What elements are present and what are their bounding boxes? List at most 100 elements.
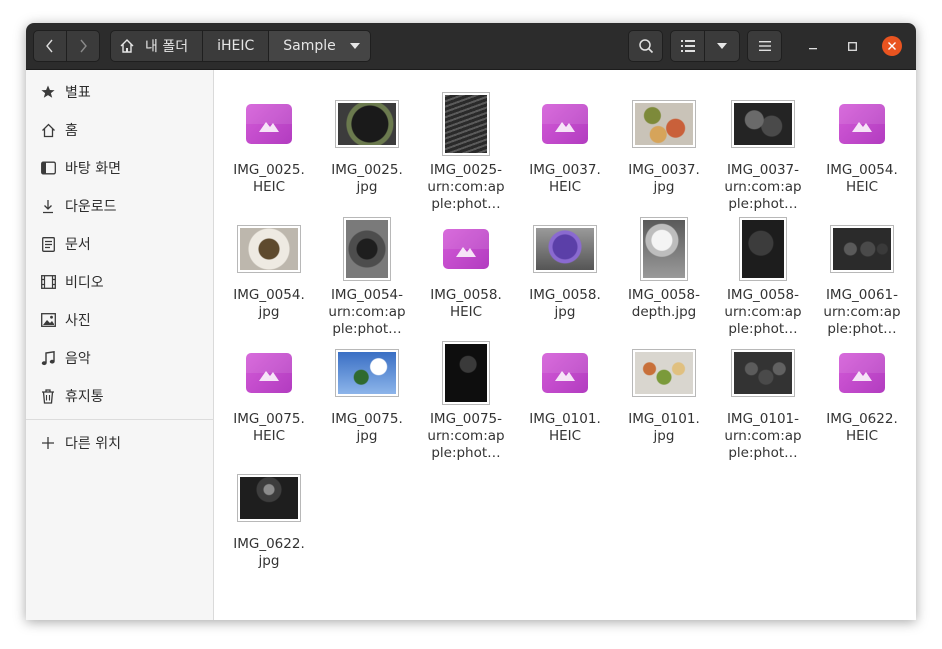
search-icon	[638, 39, 653, 54]
image-file-icon	[839, 353, 885, 393]
home-icon	[40, 122, 56, 138]
hamburger-icon	[758, 41, 771, 51]
sidebar-item-label: 음악	[65, 351, 91, 367]
breadcrumb-sample[interactable]: Sample	[268, 30, 371, 62]
image-thumbnail	[534, 226, 596, 272]
download-icon	[40, 198, 56, 214]
file-name: IMG_0054. jpg	[233, 287, 305, 320]
sidebar-item-other-locations[interactable]: 다른 위치	[26, 424, 214, 462]
video-icon	[40, 274, 56, 290]
file-item[interactable]: IMG_0622. HEIC	[814, 339, 910, 445]
sidebar-item-documents[interactable]: 문서	[26, 225, 214, 263]
maximize-icon	[847, 41, 857, 51]
list-view-icon	[680, 40, 695, 52]
image-thumbnail	[238, 226, 300, 272]
image-thumbnail	[732, 101, 794, 147]
file-item[interactable]: IMG_0054- urn:com:ap ple:phot…	[319, 215, 415, 338]
search-button[interactable]	[628, 30, 663, 62]
file-name: IMG_0061- urn:com:ap ple:phot…	[823, 287, 901, 337]
file-name: IMG_0058- urn:com:ap ple:phot…	[724, 287, 802, 337]
minimize-icon	[809, 48, 817, 50]
file-item[interactable]: IMG_0037. jpg	[616, 90, 712, 196]
file-item[interactable]: IMG_0075. HEIC	[221, 339, 317, 445]
image-thumbnail	[740, 218, 786, 280]
file-item[interactable]: IMG_0061- urn:com:ap ple:phot…	[814, 215, 910, 338]
image-thumbnail	[336, 350, 398, 396]
image-file-icon	[246, 353, 292, 393]
file-name: IMG_0037- urn:com:ap ple:phot…	[724, 162, 802, 212]
file-name: IMG_0054- urn:com:ap ple:phot…	[328, 287, 406, 337]
sidebar-item-label: 사진	[65, 313, 91, 329]
file-item[interactable]: IMG_0058. jpg	[517, 215, 613, 321]
sidebar-item-desktop[interactable]: 바탕 화면	[26, 149, 214, 187]
file-name: IMG_0054. HEIC	[826, 162, 898, 195]
file-name: IMG_0101- urn:com:ap ple:phot…	[724, 411, 802, 461]
close-button[interactable]	[882, 36, 902, 56]
file-name: IMG_0058. HEIC	[430, 287, 502, 320]
file-item[interactable]: IMG_0058- urn:com:ap ple:phot…	[715, 215, 811, 338]
file-item[interactable]: IMG_0058- depth.jpg	[616, 215, 712, 321]
sidebar-item-music[interactable]: 음악	[26, 339, 214, 377]
close-icon	[888, 42, 896, 50]
breadcrumb-label: Sample	[283, 38, 336, 54]
plus-icon	[40, 435, 56, 451]
image-file-icon	[839, 104, 885, 144]
breadcrumb-home[interactable]: 내 폴더	[110, 30, 204, 62]
breadcrumb-iheic[interactable]: iHEIC	[202, 30, 270, 62]
file-item[interactable]: IMG_0101. HEIC	[517, 339, 613, 445]
sidebar-item-label: 별표	[65, 85, 91, 101]
sidebar-item-videos[interactable]: 비디오	[26, 263, 214, 301]
minimize-button[interactable]	[805, 38, 821, 54]
maximize-button[interactable]	[844, 38, 860, 54]
sidebar-item-downloads[interactable]: 다운로드	[26, 187, 214, 225]
image-file-icon	[542, 353, 588, 393]
sidebar-item-label: 홈	[65, 123, 78, 139]
chevron-right-icon	[80, 39, 87, 53]
view-options-button[interactable]	[704, 30, 740, 62]
file-item[interactable]: IMG_0101- urn:com:ap ple:phot…	[715, 339, 811, 462]
file-item[interactable]: IMG_0054. HEIC	[814, 90, 910, 196]
sidebar-item-trash[interactable]: 휴지통	[26, 377, 214, 415]
forward-button[interactable]	[66, 30, 100, 62]
file-item[interactable]: IMG_0025. jpg	[319, 90, 415, 196]
file-name: IMG_0101. HEIC	[529, 411, 601, 444]
file-item[interactable]: IMG_0058. HEIC	[418, 215, 514, 321]
file-item[interactable]: IMG_0025- urn:com:ap ple:phot…	[418, 90, 514, 213]
image-thumbnail	[633, 350, 695, 396]
back-button[interactable]	[33, 30, 67, 62]
file-item[interactable]: IMG_0037- urn:com:ap ple:phot…	[715, 90, 811, 213]
photo-icon	[40, 312, 56, 328]
sidebar-item-label: 다운로드	[65, 199, 117, 215]
file-item[interactable]: IMG_0054. jpg	[221, 215, 317, 321]
file-item[interactable]: IMG_0025. HEIC	[221, 90, 317, 196]
trash-icon	[40, 388, 56, 404]
sidebar-item-starred[interactable]: 별표	[26, 73, 214, 111]
file-name: IMG_0622. jpg	[233, 536, 305, 569]
file-item[interactable]: IMG_0622. jpg	[221, 464, 317, 570]
file-item[interactable]: IMG_0075- urn:com:ap ple:phot…	[418, 339, 514, 462]
music-icon	[40, 350, 56, 366]
image-thumbnail	[238, 475, 300, 521]
file-manager-window: 내 폴더 iHEIC Sample 별표 홈 바탕 화면 다운로드 문서 비디오…	[26, 23, 916, 620]
file-name: IMG_0075. jpg	[331, 411, 403, 444]
file-name: IMG_0025. HEIC	[233, 162, 305, 195]
sidebar-item-label: 다른 위치	[65, 436, 121, 452]
chevron-down-icon	[717, 43, 727, 49]
file-name: IMG_0101. jpg	[628, 411, 700, 444]
image-file-icon	[443, 229, 489, 269]
image-thumbnail	[336, 101, 398, 147]
file-item[interactable]: IMG_0037. HEIC	[517, 90, 613, 196]
file-name: IMG_0075- urn:com:ap ple:phot…	[427, 411, 505, 461]
sidebar-item-label: 비디오	[65, 275, 104, 291]
sidebar-divider	[26, 419, 214, 420]
file-item[interactable]: IMG_0101. jpg	[616, 339, 712, 445]
image-file-icon	[246, 104, 292, 144]
menu-button[interactable]	[747, 30, 782, 62]
file-item[interactable]: IMG_0075. jpg	[319, 339, 415, 445]
file-name: IMG_0037. HEIC	[529, 162, 601, 195]
list-view-button[interactable]	[670, 30, 705, 62]
sidebar-item-pictures[interactable]: 사진	[26, 301, 214, 339]
file-name: IMG_0025- urn:com:ap ple:phot…	[427, 162, 505, 212]
sidebar-item-home[interactable]: 홈	[26, 111, 214, 149]
file-name: IMG_0037. jpg	[628, 162, 700, 195]
